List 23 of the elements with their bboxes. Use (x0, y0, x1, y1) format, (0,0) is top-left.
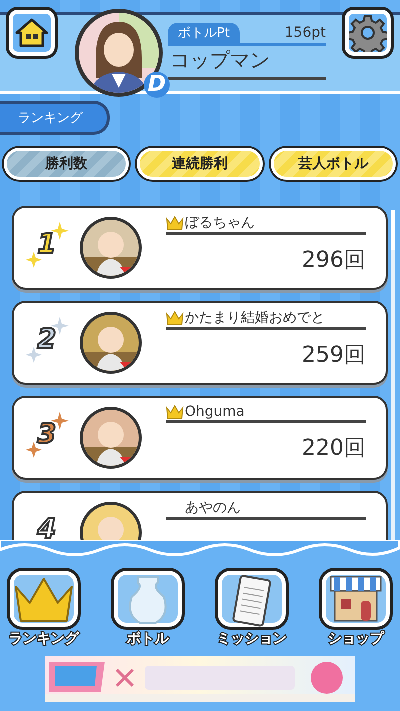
win-count: 220回 (302, 435, 366, 463)
tab[interactable]: 勝利数 (4, 148, 130, 180)
tab[interactable]: 連続勝利 (137, 148, 263, 180)
win-count: 296回 (302, 247, 366, 275)
ranking-card[interactable]: 2 かたまり結婚おめでと 259回 (12, 301, 388, 385)
points-value: 156pt (284, 25, 326, 41)
ranking-card[interactable]: 4 あやのん (12, 491, 388, 540)
player-name: あやのん (185, 499, 241, 517)
player-name: かたまり結婚おめでと (185, 309, 325, 327)
win-count: 259回 (302, 342, 366, 370)
section-title: ランキング (0, 101, 110, 135)
rank-number: 2 (38, 324, 56, 354)
tab[interactable]: 芸人ボトル (270, 148, 396, 180)
player-name: Ohguma (185, 404, 245, 420)
user-name: コップマン (168, 46, 326, 80)
player-name: ぼるちゃん (185, 214, 255, 232)
rank-number: 4 (38, 514, 56, 540)
ranking-card[interactable]: 3 Ohguma 220回 (12, 396, 388, 480)
rank-number: 3 (38, 418, 56, 450)
ranking-card[interactable]: 1 ぼるちゃん 296回 (12, 206, 388, 290)
rank-number: 1 (38, 228, 56, 260)
user-rank-badge: D (144, 72, 170, 98)
points-label: ボトルPt (168, 23, 240, 43)
